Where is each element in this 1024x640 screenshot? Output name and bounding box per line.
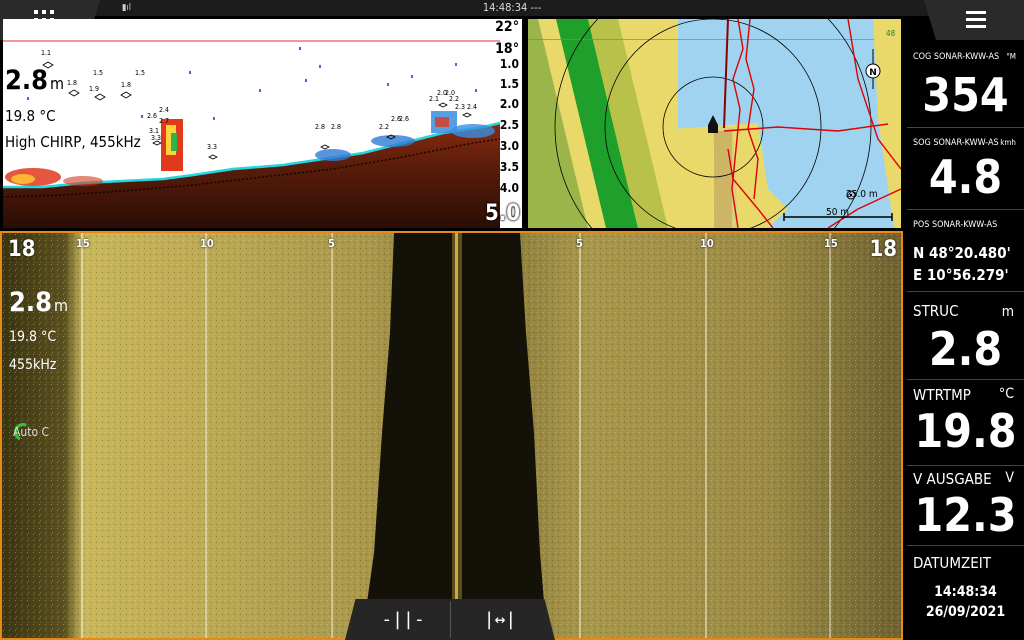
datumzeit-date: 26/09/2021 — [925, 604, 1006, 620]
cog-label: COG SONAR-KWW-AS — [913, 52, 1000, 62]
depth-scale-max: 5.0 — [484, 201, 520, 226]
fish-depth-label: 2.6 — [399, 115, 410, 123]
fish-depth-label: 3.3 — [151, 134, 162, 142]
datumzeit-label: DATUMZEIT — [913, 554, 991, 572]
depth-scale-label: 3.5 — [499, 160, 519, 174]
vausgabe-unit: V — [1005, 470, 1014, 486]
waypoint-label: 48 — [886, 29, 896, 38]
sonar-frequency: High CHIRP, 455kHz — [5, 133, 141, 151]
fish-depth-label: 3.3 — [207, 143, 218, 151]
range-label: 10 — [200, 237, 214, 250]
wtrtmp-label: WTRTMP — [913, 386, 971, 404]
sog-unit: kmh — [1000, 138, 1016, 147]
status-clock: 14:48:34 --- — [482, 1, 542, 14]
fish-depth-label: 2.8 — [315, 123, 326, 131]
depth-scale-label: 2.0 — [499, 97, 519, 111]
fish-depth-label: 2.4 — [467, 103, 478, 111]
sideimage-panel[interactable]: 18 18 15 10 5 5 10 15 2.8 m 19.8 °C 455kH… — [0, 231, 903, 640]
sonar-panel[interactable]: 22° 18° 1.0 1.5 2.0 2.5 3.0 3.5 4.0 5.0 … — [3, 19, 522, 228]
range-label: 5 — [328, 237, 335, 250]
auto-label-text: Auto — [13, 425, 39, 439]
auto-label-suffix: C — [41, 425, 50, 439]
temp-scale-second: 18° — [495, 41, 519, 57]
range-ring-label: 25.0 m — [846, 189, 878, 200]
fish-depth-label: 2.3 — [455, 103, 466, 111]
cog-value: 354 — [922, 68, 1009, 122]
scale-bar-label: 50 m — [826, 207, 850, 218]
depth-scale-label: 1.0 — [499, 57, 519, 71]
sog-label: SOG SONAR-KWW-AS — [913, 138, 999, 148]
fish-depth-label: 1.5 — [135, 69, 146, 77]
range-view-icon: |↔| — [483, 609, 517, 630]
depth-scale-label: 4.0 — [499, 181, 519, 195]
range-label: 15 — [824, 237, 838, 250]
split-view-icon: -||- — [381, 609, 425, 630]
sonar-temperature: 19.8 °C — [5, 107, 56, 125]
cog-unit: °M — [1006, 52, 1016, 61]
svg-text:N: N — [869, 68, 877, 78]
struc-cell[interactable]: STRUC m 2.8 — [907, 292, 1024, 380]
vausgabe-value: 12.3 — [914, 488, 1017, 542]
sideimage-view — [2, 233, 901, 638]
pos-latitude: N 48°20.480' — [913, 244, 1011, 262]
fish-depth-label: 3.1 — [149, 127, 160, 135]
sideimage-depth-unit: m — [54, 296, 69, 315]
sideimage-depth-value: 2.8 — [9, 287, 53, 318]
sideimage-depth-readout: 2.8 m — [9, 287, 68, 318]
screen: ▮ıl 14:48:34 --- 22° 18° 1.0 1.5 2.0 2.5… — [0, 0, 1024, 640]
fish-depth-label: 1.8 — [121, 81, 132, 89]
wtrtmp-unit: °C — [998, 386, 1014, 402]
wtrtmp-cell[interactable]: WTRTMP °C 19.8 — [907, 380, 1024, 466]
struc-value: 2.8 — [928, 322, 1003, 376]
range-view-button[interactable]: |↔| — [450, 599, 550, 640]
vausgabe-label: V AUSGABE — [913, 470, 992, 488]
fish-depth-label: 2.2 — [379, 123, 390, 131]
pos-cell[interactable]: POS SONAR-KWW-AS N 48°20.480' E 10°56.27… — [907, 210, 1024, 292]
datumzeit-cell[interactable]: DATUMZEIT 14:48:34 26/09/2021 — [907, 546, 1024, 640]
pos-label: POS SONAR-KWW-AS — [913, 220, 998, 230]
range-label: 10 — [700, 237, 714, 250]
sog-cell[interactable]: SOG SONAR-KWW-AS kmh 4.8 — [907, 128, 1024, 210]
cog-cell[interactable]: COG SONAR-KWW-AS °M 354 — [907, 40, 1024, 128]
fish-depth-label: 2.7 — [159, 117, 170, 125]
sideimage-frequency: 455kHz — [9, 357, 57, 373]
fish-depth-label: 2.8 — [331, 123, 342, 131]
depth-scale-label: 2.5 — [499, 118, 519, 132]
fish-depth-label: 2.4 — [159, 106, 170, 114]
wtrtmp-value: 19.8 — [914, 404, 1017, 458]
struc-label: STRUC — [913, 302, 959, 320]
sonar-echogram — [3, 19, 522, 228]
range-label: 5 — [576, 237, 583, 250]
fish-depth-label: 2.6 — [147, 112, 158, 120]
chart-panel[interactable]: N 48 25.0 m 50 m — [528, 19, 901, 228]
vausgabe-cell[interactable]: V AUSGABE V 12.3 — [907, 466, 1024, 546]
fish-depth-label: 1.5 — [93, 69, 104, 77]
auto-gain-label[interactable]: Auto C — [13, 425, 49, 439]
range-outer-left: 18 — [8, 237, 36, 262]
split-view-button[interactable]: -||- — [353, 599, 453, 640]
sideimage-temperature: 19.8 °C — [9, 329, 57, 345]
sonar-depth-readout: 2.8 m — [5, 65, 64, 96]
sog-value: 4.8 — [928, 150, 1003, 204]
range-outer-right: 18 — [869, 237, 897, 262]
fish-depth-label: 1.1 — [41, 49, 52, 57]
temp-scale-top: 22° — [495, 19, 519, 35]
depth-scale-label: 3.0 — [499, 139, 519, 153]
sonar-depth-unit: m — [50, 74, 65, 93]
datumzeit-time: 14:48:34 — [934, 584, 997, 600]
pos-longitude: E 10°56.279' — [913, 266, 1009, 284]
range-label: 15 — [76, 237, 90, 250]
sonar-depth-value: 2.8 — [5, 65, 49, 96]
struc-unit: m — [1001, 304, 1014, 320]
fish-depth-label: 1.9 — [89, 85, 100, 93]
data-bar: COG SONAR-KWW-AS °M 354 SOG SONAR-KWW-AS… — [907, 40, 1024, 640]
fish-depth-label: 2.0 — [445, 89, 456, 97]
depth-scale-label: 1.5 — [499, 77, 519, 91]
fish-depth-label: 1.8 — [67, 79, 78, 87]
